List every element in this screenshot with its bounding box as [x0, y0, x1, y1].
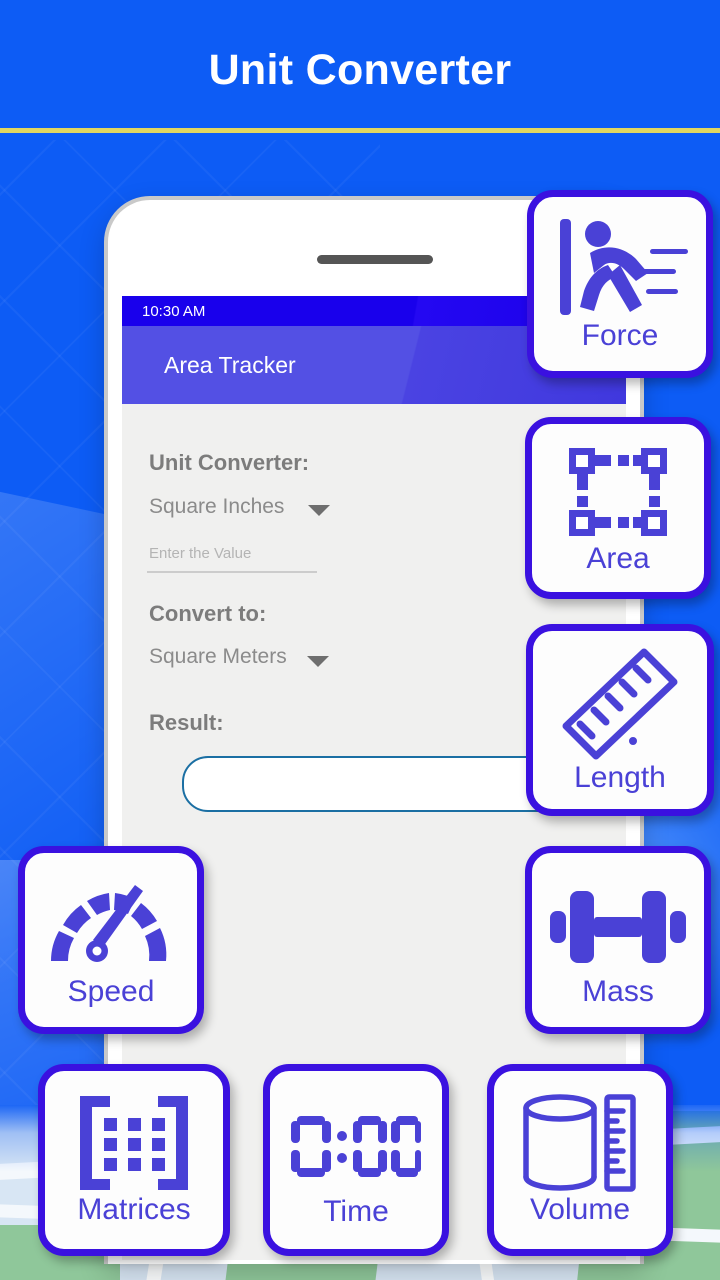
speedometer-icon — [47, 873, 175, 977]
header-divider — [0, 128, 720, 133]
tile-length[interactable]: Length — [526, 624, 714, 816]
area-icon — [563, 440, 673, 544]
result-label: Result: — [149, 710, 224, 735]
digital-clock-icon — [291, 1097, 421, 1197]
screenshot-root: 10:30 AM Area Tracker Unit Converter: Sq… — [0, 0, 720, 1280]
convert-to-label: Convert to: — [149, 601, 267, 626]
tile-time[interactable]: Time — [263, 1064, 449, 1256]
chevron-down-icon-source[interactable] — [308, 505, 330, 516]
tile-matrices-label: Matrices — [77, 1193, 191, 1226]
status-bar-time: 10:30 AM — [142, 302, 206, 320]
phone-speaker — [317, 255, 433, 264]
value-input-underline — [147, 571, 317, 573]
tile-area[interactable]: Area — [525, 417, 711, 599]
source-unit-value[interactable]: Square Inches — [149, 495, 284, 519]
tile-force[interactable]: Force — [527, 190, 713, 378]
tile-volume[interactable]: Volume — [487, 1064, 673, 1256]
tile-matrices[interactable]: Matrices — [38, 1064, 230, 1256]
ruler-icon — [560, 645, 680, 763]
tile-force-label: Force — [581, 319, 659, 352]
tile-mass-label: Mass — [582, 975, 654, 1008]
matrix-icon — [78, 1091, 190, 1195]
value-input-placeholder[interactable]: Enter the Value — [149, 545, 251, 562]
tile-area-label: Area — [586, 542, 650, 575]
tile-time-label: Time — [323, 1195, 389, 1228]
page-header: Unit Converter — [0, 0, 720, 128]
unit-converter-label: Unit Converter: — [149, 450, 310, 475]
dumbbell-icon — [550, 877, 686, 977]
tile-speed[interactable]: Speed — [18, 846, 204, 1034]
app-bar-title: Area Tracker — [164, 351, 296, 378]
tile-speed-label: Speed — [67, 975, 155, 1008]
target-unit-value[interactable]: Square Meters — [149, 645, 287, 669]
tile-volume-label: Volume — [529, 1193, 631, 1226]
tile-mass[interactable]: Mass — [525, 846, 711, 1034]
force-icon — [550, 213, 690, 321]
page-title: Unit Converter — [208, 46, 512, 94]
chevron-down-icon-target[interactable] — [307, 656, 329, 667]
cylinder-ruler-icon — [519, 1091, 641, 1195]
tile-length-label: Length — [574, 761, 666, 794]
